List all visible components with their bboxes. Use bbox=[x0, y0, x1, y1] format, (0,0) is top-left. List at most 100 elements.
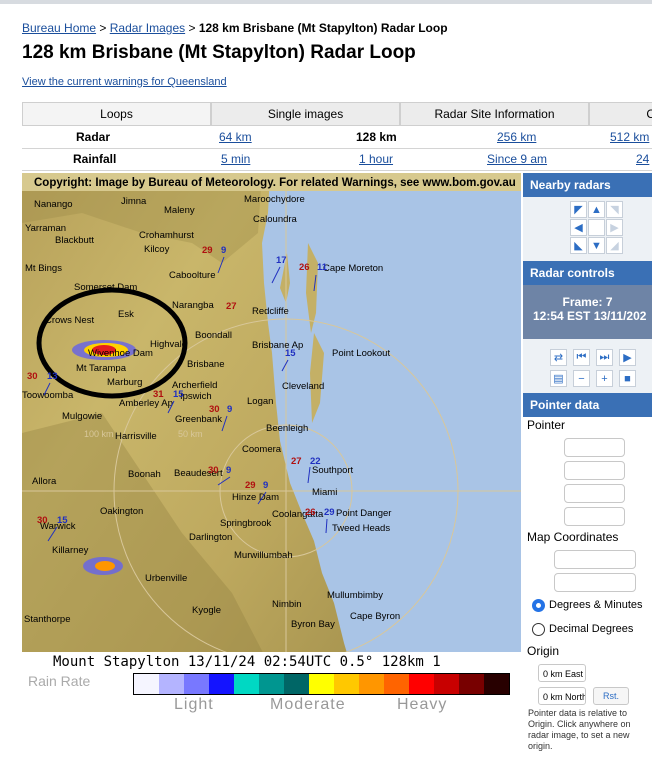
scale-light: Light bbox=[174, 696, 214, 713]
center-icon bbox=[588, 219, 605, 236]
wind-value: 30 bbox=[208, 465, 219, 476]
rainfall-24h-link[interactable]: 24 bbox=[636, 152, 649, 166]
arrow-nw-icon[interactable]: ◤ bbox=[570, 201, 587, 218]
rain-rate-swatch bbox=[434, 674, 459, 694]
place-label: Cape Byron bbox=[350, 611, 400, 622]
rain-rate-swatches bbox=[133, 673, 510, 695]
place-label: Miami bbox=[312, 487, 337, 498]
place-label: Darlington bbox=[189, 532, 232, 543]
rain-rate-swatch bbox=[459, 674, 484, 694]
place-label: Springbrook bbox=[220, 518, 271, 529]
rainfall-row-label: Rainfall bbox=[73, 152, 117, 166]
place-label: Mt Bings bbox=[25, 263, 62, 274]
rain-rate-swatch bbox=[234, 674, 259, 694]
arrow-se-icon[interactable]: ◢ bbox=[606, 237, 623, 254]
origin-north-input[interactable]: 0 km North bbox=[538, 687, 586, 705]
print-icon[interactable]: ▤ bbox=[550, 370, 567, 387]
play-icon[interactable]: ▶ bbox=[619, 349, 636, 366]
arrow-right-icon[interactable]: ▶ bbox=[606, 219, 623, 236]
place-label: Esk bbox=[118, 309, 134, 320]
pointer-field bbox=[564, 438, 625, 457]
arrow-left-icon[interactable]: ◀ bbox=[570, 219, 587, 236]
rainfall-5min-link[interactable]: 5 min bbox=[221, 152, 250, 166]
rain-rate-swatch bbox=[384, 674, 409, 694]
breadcrumb: Bureau Home > Radar Images > 128 km Bris… bbox=[22, 21, 448, 35]
place-label: Allora bbox=[32, 476, 57, 487]
step-back-icon[interactable]: ⏮ bbox=[573, 349, 590, 366]
place-label: Nanango bbox=[34, 199, 73, 210]
place-label: Toowoomba bbox=[22, 390, 74, 401]
arrow-sw-icon[interactable]: ◣ bbox=[570, 237, 587, 254]
range-label-100: 100 km bbox=[84, 429, 114, 439]
tab-more[interactable]: C bbox=[589, 102, 652, 126]
table-divider bbox=[22, 170, 652, 171]
radar-caption: Mount Stapylton 13/11/24 02:54UTC 0.5° 1… bbox=[53, 654, 441, 670]
place-label: Jimna bbox=[121, 196, 147, 207]
rain-rate-swatch bbox=[334, 674, 359, 694]
step-forward-icon[interactable]: ⏭ bbox=[596, 349, 613, 366]
origin-label: Origin bbox=[527, 644, 560, 658]
swap-icon[interactable]: ⇄ bbox=[550, 349, 567, 366]
arrow-up-icon[interactable]: ▲ bbox=[588, 201, 605, 218]
wind-value: 9 bbox=[227, 404, 232, 415]
stop-icon[interactable]: ■ bbox=[619, 370, 636, 387]
place-label: Urbenville bbox=[145, 573, 187, 584]
radar-256km-link[interactable]: 256 km bbox=[497, 130, 536, 144]
rain-rate-swatch bbox=[159, 674, 184, 694]
reset-origin-button[interactable]: Rst. bbox=[593, 687, 629, 705]
place-label: Maroochydore bbox=[244, 194, 305, 205]
rain-rate-swatch bbox=[184, 674, 209, 694]
wind-value: 15 bbox=[285, 348, 296, 359]
wind-value: 27 bbox=[226, 301, 237, 312]
map-coordinates-label: Map Coordinates bbox=[527, 530, 619, 544]
breadcrumb-radar-images-link[interactable]: Radar Images bbox=[110, 21, 185, 35]
slower-icon[interactable]: − bbox=[573, 370, 590, 387]
place-label: Yarraman bbox=[25, 223, 66, 234]
wind-value: 30 bbox=[37, 515, 48, 526]
wind-value: 29 bbox=[324, 507, 335, 518]
place-label: Blackbutt bbox=[55, 235, 94, 246]
place-label: Highvale bbox=[150, 339, 187, 350]
nearby-radars-header: Nearby radars bbox=[523, 173, 652, 197]
table-divider bbox=[22, 148, 652, 149]
range-label-50: 50 km bbox=[178, 429, 203, 439]
place-label: Killarney bbox=[52, 545, 89, 556]
place-label: Murwillumbah bbox=[234, 550, 293, 561]
radar-512km-link[interactable]: 512 km bbox=[610, 130, 649, 144]
decimal-degrees-radio[interactable] bbox=[532, 623, 545, 636]
copyright-text: Copyright: Image by Bureau of Meteorolog… bbox=[34, 177, 516, 189]
place-label: Point Lookout bbox=[332, 348, 390, 359]
rain-rate-swatch bbox=[209, 674, 234, 694]
arrow-ne-icon[interactable]: ◥ bbox=[606, 201, 623, 218]
rainfall-since-9am-link[interactable]: Since 9 am bbox=[487, 152, 547, 166]
radar-image[interactable]: Copyright: Image by Bureau of Meteorolog… bbox=[22, 173, 521, 670]
faster-icon[interactable]: + bbox=[596, 370, 613, 387]
place-label: Point Danger bbox=[336, 508, 391, 519]
nearby-radars-panel: ◤ ▲ ◥ ◀ ▶ ◣ ▼ ◢ bbox=[523, 197, 652, 261]
radar-64km-link[interactable]: 64 km bbox=[219, 130, 252, 144]
pointer-label: Pointer bbox=[527, 418, 566, 432]
place-label: Boonah bbox=[128, 469, 161, 480]
rain-rate-swatch bbox=[259, 674, 284, 694]
tab-loops[interactable]: Loops bbox=[22, 102, 211, 126]
breadcrumb-home-link[interactable]: Bureau Home bbox=[22, 21, 96, 35]
place-label: Amberley Ap bbox=[119, 398, 173, 409]
tab-single-images[interactable]: Single images bbox=[211, 102, 400, 126]
tab-radar-site-information[interactable]: Radar Site Information bbox=[400, 102, 589, 126]
place-label: Harrisville bbox=[115, 431, 157, 442]
place-label: Coolangatta bbox=[272, 509, 324, 520]
degrees-minutes-radio[interactable] bbox=[532, 599, 545, 612]
rain-rate-swatch bbox=[309, 674, 334, 694]
wind-value: 30 bbox=[27, 371, 38, 382]
scale-moderate: Moderate bbox=[270, 696, 346, 713]
frame-number: Frame: 7 bbox=[562, 295, 613, 309]
origin-east-input[interactable]: 0 km East bbox=[538, 664, 586, 682]
place-label: Kilcoy bbox=[144, 244, 170, 255]
radar-controls-panel: Frame: 7 12:54 EST 13/11/202 ⇄ ⏮ ⏭ ▶ ▤ −… bbox=[523, 285, 652, 393]
place-label: Marburg bbox=[107, 377, 142, 388]
warnings-link[interactable]: View the current warnings for Queensland bbox=[22, 76, 227, 88]
arrow-down-icon[interactable]: ▼ bbox=[588, 237, 605, 254]
map-coordinate-field bbox=[554, 550, 636, 569]
rainfall-1hour-link[interactable]: 1 hour bbox=[359, 152, 393, 166]
place-label: Logan bbox=[247, 396, 273, 407]
